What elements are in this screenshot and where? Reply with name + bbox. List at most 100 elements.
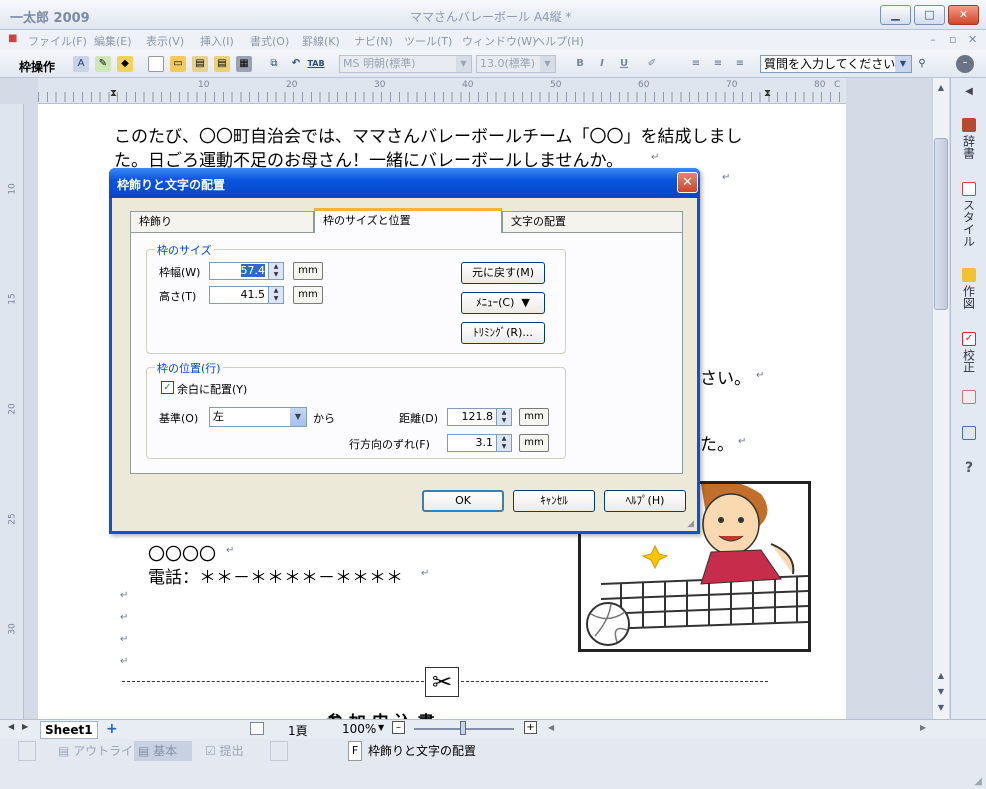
scroll-up-arrow-icon[interactable]: ▲ <box>934 668 948 684</box>
offset-unit-button[interactable]: mm <box>519 434 549 452</box>
height-input[interactable]: 41.5 <box>209 286 269 304</box>
save-icon[interactable]: ▤ <box>192 56 208 72</box>
page-indicator[interactable]: 1頁 <box>288 722 308 739</box>
side-item-draw[interactable]: 作図 <box>951 268 986 309</box>
height-spinner[interactable]: ▲ ▼ <box>269 286 284 304</box>
help-icon[interactable]: ? <box>951 460 986 476</box>
align-right-icon[interactable]: ≡ <box>732 56 748 72</box>
margin-checkbox-label[interactable]: 余白に配置(Y) <box>177 381 247 397</box>
new-document-icon[interactable] <box>148 56 164 72</box>
mdi-restore-button[interactable]: ▫ <box>949 33 956 46</box>
offset-input[interactable]: 3.1 <box>447 434 497 452</box>
hscroll-left-icon[interactable]: ◀ <box>548 723 554 732</box>
open-folder-icon[interactable]: ▭ <box>170 56 186 72</box>
menu-view[interactable]: 表示(V) <box>146 33 184 49</box>
side-item-paste[interactable] <box>951 426 986 443</box>
dialog-close-button[interactable]: ✕ <box>677 172 698 193</box>
question-input[interactable]: 質問を入力してください ▼ <box>760 55 912 73</box>
zoom-level[interactable]: 100% <box>342 722 376 736</box>
cancel-button[interactable]: ｷｬﾝｾﾙ <box>513 490 595 512</box>
doc-menu-icon[interactable]: ■ <box>8 33 17 44</box>
menu-insert[interactable]: 挿入(I) <box>200 33 234 49</box>
align-left-icon[interactable]: ≡ <box>688 56 704 72</box>
side-item-copy[interactable] <box>951 390 986 407</box>
resize-grip-icon[interactable]: ◢ <box>687 519 694 529</box>
tab-text-layout[interactable]: 文字の配置 <box>502 211 683 232</box>
distance-input[interactable]: 121.8 <box>447 408 497 426</box>
status-search-icon[interactable] <box>270 741 288 761</box>
tab-frame-decoration[interactable]: 枠飾り <box>130 211 314 232</box>
vertical-scrollbar[interactable]: ▲ ▲ ▼ ▼ <box>932 78 949 719</box>
maximize-button[interactable]: □ <box>914 5 945 25</box>
menu-edit[interactable]: 編集(E) <box>94 33 132 49</box>
margin-checkbox[interactable]: ✓ <box>161 381 174 394</box>
collapse-arrow-icon[interactable]: ◀ <box>951 86 986 97</box>
menu-format[interactable]: 書式(O) <box>250 33 289 49</box>
left-indent-marker[interactable]: ⧗ <box>110 88 117 99</box>
base-select[interactable]: 左 ▼ <box>209 407 307 427</box>
bold-button[interactable]: B <box>572 56 588 72</box>
mdi-close-button[interactable]: ✕ <box>968 33 977 46</box>
menu-help[interactable]: ヘルプ(H) <box>534 33 584 49</box>
search-icon[interactable]: ⚲ <box>914 56 930 72</box>
menu-file[interactable]: ファイル(F) <box>28 33 87 49</box>
side-item-style[interactable]: スタイル <box>951 182 986 247</box>
zoom-in-button[interactable]: + <box>524 721 537 734</box>
side-item-dictionary[interactable]: 辞書 <box>951 118 986 159</box>
italic-button[interactable]: I <box>594 56 610 72</box>
trimming-button[interactable]: ﾄﾘﾐﾝｸﾞ(R)... <box>461 322 545 344</box>
width-input[interactable]: 57.4 <box>209 262 269 280</box>
horizontal-ruler[interactable]: 10 20 30 40 50 60 70 80 C ⧗ ⧗ <box>38 78 846 104</box>
scroll-down-arrow-icon[interactable]: ▼ <box>934 684 948 700</box>
reset-button[interactable]: 元に戻す(M) <box>461 262 545 284</box>
undo-icon[interactable]: ↶ <box>288 56 304 72</box>
width-spinner[interactable]: ▲ ▼ <box>269 262 284 280</box>
scroll-page-down-icon[interactable]: ▼ <box>934 700 948 716</box>
font-size-combo[interactable]: 13.0(標準) ▼ <box>476 55 556 73</box>
scroll-thumb[interactable] <box>934 138 948 310</box>
distance-spinner[interactable]: ▲ ▼ <box>497 408 512 426</box>
scroll-up-arrow-icon[interactable]: ▲ <box>934 80 948 96</box>
save-as-icon[interactable]: ▤ <box>214 56 230 72</box>
close-button[interactable]: ✕ <box>948 5 979 25</box>
ok-button[interactable]: OK <box>422 490 504 512</box>
resize-grip-icon[interactable]: ◢ <box>974 776 982 787</box>
outline-button[interactable]: ▤ アウトライン <box>58 741 145 761</box>
menu-window[interactable]: ウィンドウ(W) <box>462 33 536 49</box>
vertical-ruler[interactable]: 10 15 20 25 30 <box>0 104 24 719</box>
right-indent-marker[interactable]: ⧗ <box>764 88 771 99</box>
mdi-minimize-button[interactable]: – <box>930 33 936 46</box>
menu-tools[interactable]: ツール(T) <box>404 33 452 49</box>
menu-navi[interactable]: ナビ(N) <box>354 33 393 49</box>
pen-icon[interactable]: ✎ <box>95 56 111 72</box>
submit-button[interactable]: ☑ 提出 <box>205 741 244 761</box>
side-item-proofread[interactable]: ✓ 校正 <box>951 332 986 373</box>
view-icon[interactable] <box>250 722 264 735</box>
menu-button[interactable]: ﾒﾆｭｰ(C) ▼ <box>461 292 545 314</box>
options-circle-icon[interactable]: – <box>956 55 974 73</box>
tab-icon[interactable]: TAB <box>306 56 326 72</box>
zoom-slider-thumb[interactable] <box>460 721 466 735</box>
print-icon[interactable]: ▦ <box>236 56 252 72</box>
text-color-icon[interactable]: A <box>73 56 89 72</box>
sheet-tab[interactable]: Sheet1 <box>40 721 98 739</box>
minimize-button[interactable]: ▁ <box>880 5 911 25</box>
height-unit-button[interactable]: mm <box>293 286 323 304</box>
zoom-out-button[interactable]: – <box>392 721 405 734</box>
distance-unit-button[interactable]: mm <box>519 408 549 426</box>
copy-format-icon[interactable]: ⧉ <box>266 56 282 72</box>
menu-ruled-line[interactable]: 罫線(K) <box>302 33 340 49</box>
underline-button[interactable]: U <box>616 56 632 72</box>
tab-frame-size-position[interactable]: 枠のサイズと位置 <box>314 208 502 233</box>
offset-spinner[interactable]: ▲ ▼ <box>497 434 512 452</box>
chevron-down-icon[interactable]: ▼ <box>378 723 384 732</box>
font-name-combo[interactable]: MS 明朝(標準) ▼ <box>339 55 472 73</box>
dialog-title-bar[interactable]: 枠飾りと文字の配置 ✕ <box>109 168 700 198</box>
tab-scroll-left-icon[interactable]: ◀ <box>8 722 14 731</box>
highlight-icon[interactable]: ✐ <box>644 56 660 72</box>
align-center-icon[interactable]: ≡ <box>710 56 726 72</box>
status-view-icon[interactable] <box>18 741 36 761</box>
width-unit-button[interactable]: mm <box>293 262 323 280</box>
basic-button[interactable]: ▤ 基本 <box>134 741 192 761</box>
fill-icon[interactable]: ◆ <box>117 56 133 72</box>
